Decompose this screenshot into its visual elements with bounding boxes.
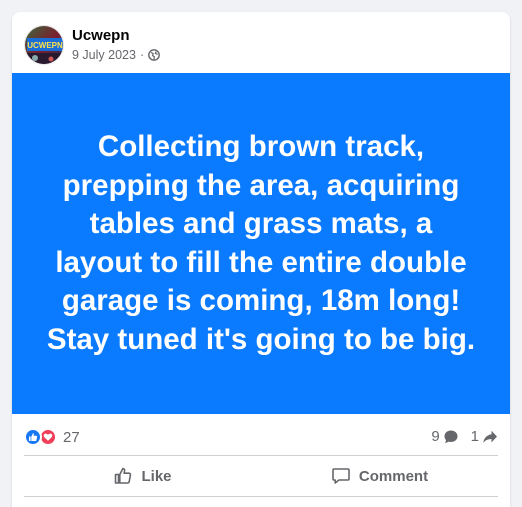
share-arrow-icon [482, 429, 498, 445]
post-date[interactable]: 9 July 2023 [72, 48, 136, 62]
avatar[interactable]: UCWEPN [24, 25, 64, 65]
actions-divider [24, 496, 498, 497]
globe-icon[interactable] [148, 49, 161, 61]
comments-count: 9 [431, 428, 440, 445]
avatar-image: UCWEPN [25, 26, 63, 64]
like-button-label: Like [141, 467, 172, 485]
comment-button-label: Comment [358, 467, 429, 485]
comments-count-link[interactable]: 9 [431, 428, 458, 445]
avatar-label: UCWEPN [27, 41, 63, 50]
comment-icon [331, 466, 351, 486]
engagement-counts: 9 1 [431, 428, 498, 445]
post-actions: Like Comment [24, 456, 498, 496]
post-card: UCWEPN Ucwepn 9 July 2023 · Collecting b… [12, 12, 510, 507]
post-stats: 27 9 1 [12, 414, 510, 455]
like-icon [24, 428, 42, 446]
comment-bubble-icon [443, 429, 459, 445]
post-header: UCWEPN Ucwepn 9 July 2023 · [12, 12, 510, 72]
post-meta: 9 July 2023 · [72, 48, 161, 62]
comment-button[interactable]: Comment [261, 456, 498, 496]
author-name[interactable]: Ucwepn [72, 27, 130, 44]
post-body: Collecting brown track, prepping the are… [12, 73, 510, 414]
meta-separator: · [139, 48, 145, 62]
reactions-count: 27 [63, 428, 80, 446]
post-text: Collecting brown track, prepping the are… [46, 130, 476, 356]
shares-count: 1 [470, 428, 479, 445]
shares-count-link[interactable]: 1 [471, 428, 498, 445]
reactions-summary[interactable]: 27 [24, 428, 80, 446]
thumbs-up-icon [113, 466, 133, 486]
like-button[interactable]: Like [24, 456, 261, 496]
